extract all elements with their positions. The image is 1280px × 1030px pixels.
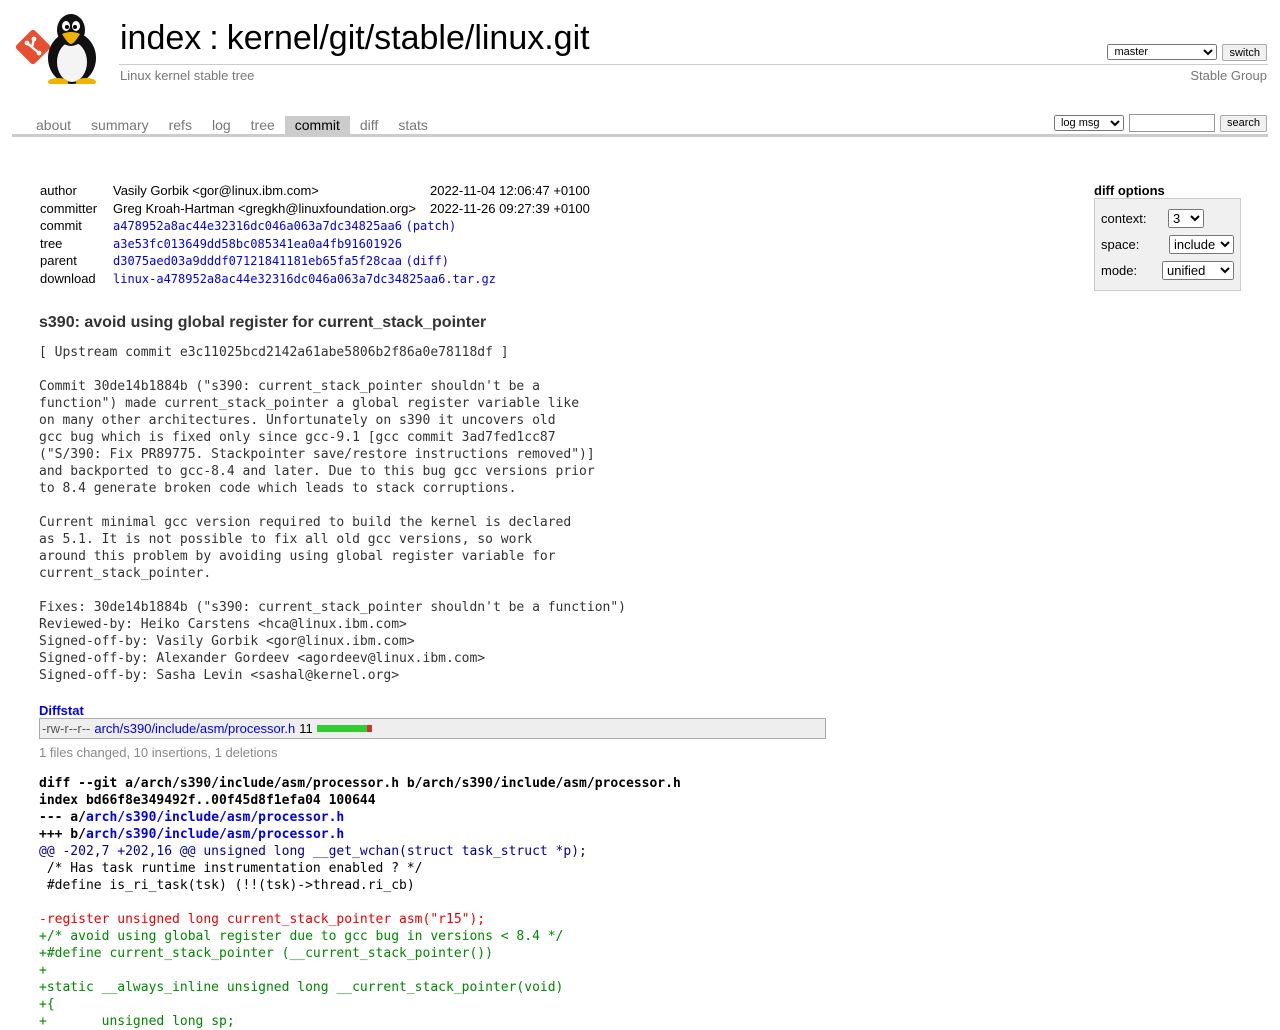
- minus-file-link[interactable]: arch/s390/include/asm/processor.h: [86, 810, 344, 825]
- download-link[interactable]: linux-a478952a8ac44e32316dc046a063a7dc34…: [113, 272, 496, 286]
- index-link[interactable]: index: [120, 19, 201, 57]
- diff-line-ctx: /* Has task runtime instrumentation enab…: [39, 861, 423, 876]
- diff-line-add: + unsigned long sp;: [39, 1014, 235, 1029]
- tab-stats[interactable]: stats: [388, 116, 438, 135]
- diff-line-ctx: #define is_ri_task(tsk) (!!(tsk)->thread…: [39, 878, 415, 893]
- plus-prefix: +++ b/: [39, 827, 86, 842]
- commit-label: commit: [40, 218, 82, 234]
- commit-message: [ Upstream commit e3c11025bcd2142a61abe5…: [39, 345, 626, 683]
- diff-view: diff --git a/arch/s390/include/asm/proce…: [39, 775, 681, 1030]
- git-logo-icon: [15, 29, 51, 65]
- tab-about[interactable]: about: [26, 116, 81, 135]
- author-date: 2022-11-04 12:06:47 +0100: [429, 183, 590, 198]
- diff-git-header: diff --git a/arch/s390/include/asm/proce…: [39, 776, 681, 791]
- diffstat-change-count: 11: [299, 721, 313, 736]
- search-button[interactable]: search: [1219, 114, 1267, 132]
- download-label: download: [40, 270, 96, 286]
- context-label: context:: [1101, 211, 1147, 226]
- diff-options-panel: context: 3 space: include mode: unified: [1094, 198, 1241, 291]
- diffstat-graph: [316, 725, 372, 732]
- branch-select[interactable]: master: [1107, 44, 1218, 60]
- search-form: log msg search: [1053, 114, 1267, 132]
- mode-label: mode:: [1101, 263, 1138, 278]
- context-option-row: context: 3: [1101, 209, 1234, 228]
- tab-commit[interactable]: commit: [284, 116, 350, 135]
- branch-switch-form: master switch: [1107, 44, 1267, 61]
- download-row: download linux-a478952a8ac44e32316dc046a…: [36, 271, 594, 289]
- tab-summary[interactable]: summary: [81, 116, 159, 135]
- repo-description: Linux kernel stable tree: [120, 68, 255, 83]
- space-label: space:: [1101, 237, 1140, 252]
- tab-log[interactable]: log: [202, 116, 241, 135]
- file-mode: -rw-r--r--: [42, 721, 91, 736]
- insertions-bar: [316, 725, 367, 732]
- diff-line-add: +/* avoid using global register due to g…: [39, 929, 564, 944]
- commit-info-table: author Vasily Gorbik <gor@linux.ibm.com>…: [36, 183, 594, 289]
- header-divider: [119, 64, 1268, 65]
- space-option-row: space: include: [1101, 235, 1234, 254]
- diffstat-table: -rw-r--r-- arch/s390/include/asm/process…: [39, 718, 826, 739]
- repo-owner: Stable Group: [1190, 68, 1267, 83]
- tab-diff[interactable]: diff: [350, 116, 388, 135]
- tree-hash-link[interactable]: a3e53fc013649dd58bc085341ea0a4fb91601926: [113, 237, 402, 251]
- diffstat-link[interactable]: Diffstat: [39, 703, 84, 718]
- repo-link[interactable]: kernel/git/stable/linux.git: [227, 19, 590, 57]
- patch-link[interactable]: (patch): [406, 219, 457, 233]
- mode-option-row: mode: unified: [1101, 261, 1234, 280]
- diff-line-add: +{: [39, 997, 55, 1012]
- diff-index-header: index bd66f8e349492f..00f45d8f1efa04 100…: [39, 793, 376, 808]
- diff-line-rem: -register unsigned long current_stack_po…: [39, 912, 486, 927]
- diff-line-add: +static __always_inline unsigned long __…: [39, 980, 564, 995]
- diff-line-ctx: [39, 894, 681, 911]
- deletions-bar: [366, 725, 372, 732]
- commit-subject: s390: avoid using global register for cu…: [39, 314, 487, 331]
- space-select[interactable]: include: [1169, 235, 1234, 254]
- tab-tree[interactable]: tree: [241, 116, 285, 135]
- switch-button[interactable]: switch: [1222, 44, 1267, 61]
- diff-minus-header: --- a/arch/s390/include/asm/processor.h: [39, 809, 681, 826]
- diffstat-summary: 1 files changed, 10 insertions, 1 deleti…: [39, 745, 278, 760]
- parent-diff-link[interactable]: (diff): [406, 254, 449, 268]
- title-separator: :: [209, 19, 219, 57]
- commit-hash-link[interactable]: a478952a8ac44e32316dc046a063a7dc34825aa6: [113, 219, 402, 233]
- tree-label: tree: [40, 235, 63, 251]
- author-label: author: [40, 183, 77, 198]
- page-title: index: kernel/git/stable/linux.git: [120, 18, 590, 58]
- committer-row: committer Greg Kroah-Hartman <gregkh@lin…: [36, 201, 594, 219]
- cgit-logo[interactable]: [14, 12, 110, 84]
- diff-line-hunk: @@ -202,7 +202,16 @@ unsigned long __get…: [39, 844, 587, 859]
- diffstat-file-link[interactable]: arch/s390/include/asm/processor.h: [94, 721, 295, 736]
- plus-file-link[interactable]: arch/s390/include/asm/processor.h: [86, 827, 344, 842]
- diff-line-add: +: [39, 963, 47, 978]
- diff-line-add: +#define current_stack_pointer (__curren…: [39, 946, 493, 961]
- minus-prefix: --- a/: [39, 810, 86, 825]
- search-scope-select[interactable]: log msg: [1053, 115, 1124, 131]
- parent-label: parent: [40, 253, 77, 269]
- author-value: Vasily Gorbik <gor@linux.ibm.com>: [113, 183, 319, 198]
- tab-refs[interactable]: refs: [159, 116, 202, 135]
- parent-row: parent d3075aed03a9dddf07121841181eb65fa…: [36, 253, 594, 271]
- author-row: author Vasily Gorbik <gor@linux.ibm.com>…: [36, 183, 594, 201]
- committer-value: Greg Kroah-Hartman <gregkh@linuxfoundati…: [113, 200, 416, 216]
- committer-label: committer: [40, 200, 98, 216]
- mode-select[interactable]: unified: [1162, 261, 1234, 280]
- search-input[interactable]: [1128, 114, 1215, 132]
- commit-row: commit a478952a8ac44e32316dc046a063a7dc3…: [36, 218, 594, 236]
- committer-date: 2022-11-26 09:27:39 +0100: [429, 200, 590, 216]
- diff-options-title: diff options: [1094, 183, 1165, 198]
- context-select[interactable]: 3: [1168, 209, 1204, 228]
- tree-row: tree a3e53fc013649dd58bc085341ea0a4fb916…: [36, 236, 594, 254]
- tux-penguin-icon: [48, 14, 96, 84]
- diff-lines: @@ -202,7 +202,16 @@ unsigned long __get…: [39, 843, 681, 1030]
- diff-plus-header: +++ b/arch/s390/include/asm/processor.h: [39, 826, 681, 843]
- parent-hash-link[interactable]: d3075aed03a9dddf07121841181eb65fa5f28caa: [113, 254, 402, 268]
